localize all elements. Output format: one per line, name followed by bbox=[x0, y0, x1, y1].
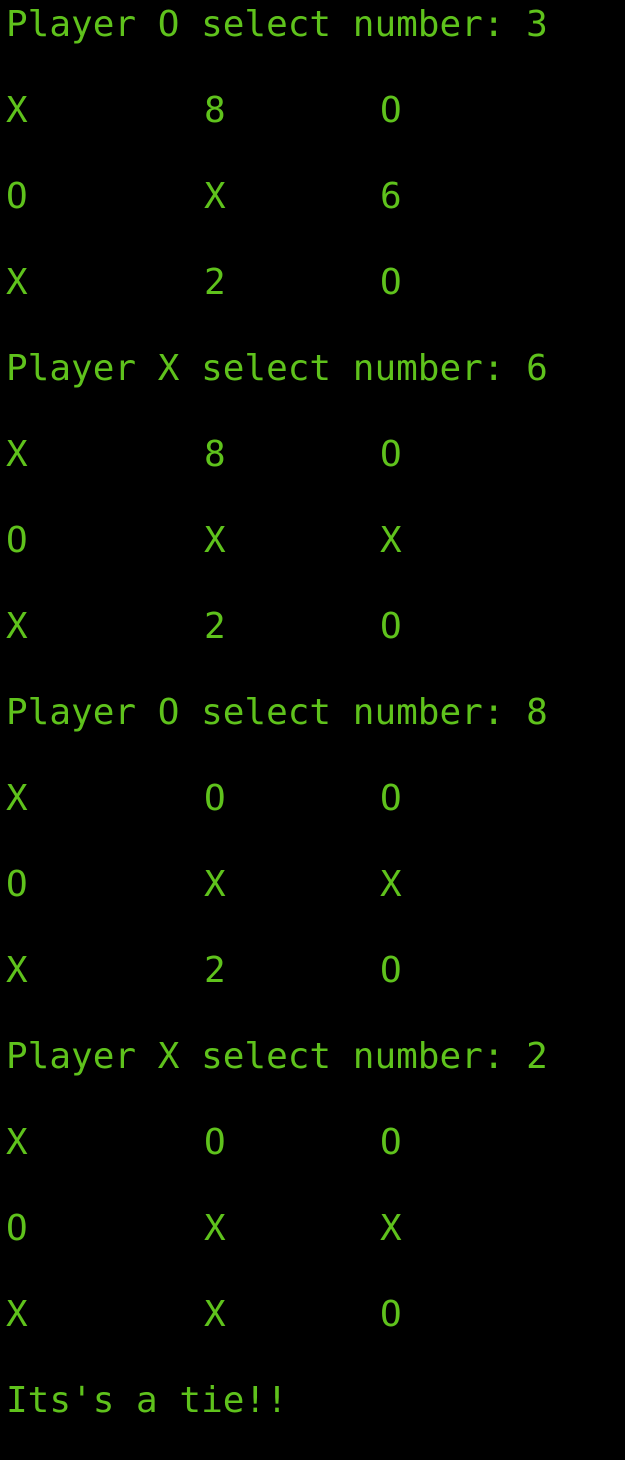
board-cell: O bbox=[6, 176, 28, 217]
board-cell: O bbox=[380, 262, 402, 303]
board-cell: X bbox=[380, 520, 402, 561]
board-cell: 8 bbox=[204, 434, 226, 475]
board-cell: O bbox=[380, 434, 402, 475]
board-cell: 2 bbox=[204, 950, 226, 991]
board-cell: O bbox=[6, 864, 28, 905]
board-cell: O bbox=[6, 520, 28, 561]
game-result-text: Its's a tie!! bbox=[6, 1380, 288, 1421]
board-cell: X bbox=[6, 90, 28, 131]
board-cell: X bbox=[6, 434, 28, 475]
board-cell: X bbox=[380, 864, 402, 905]
board-cell: 2 bbox=[204, 262, 226, 303]
board-cell: O bbox=[380, 778, 402, 819]
board-cell: 8 bbox=[204, 90, 226, 131]
board-cell: X bbox=[6, 262, 28, 303]
board-cell: O bbox=[380, 606, 402, 647]
player-prompt-line: Player X select number: 6 bbox=[6, 348, 548, 389]
board-cell: X bbox=[204, 864, 226, 905]
board-cell: X bbox=[6, 1122, 28, 1163]
board-cell: X bbox=[204, 520, 226, 561]
board-cell: O bbox=[380, 1122, 402, 1163]
board-cell: 6 bbox=[380, 176, 402, 217]
board-cell: O bbox=[380, 1294, 402, 1335]
terminal-output: Player O select number: 3 X 8 O O X 6 X 2 O Player… bbox=[0, 0, 625, 1460]
board-cell: O bbox=[204, 1122, 226, 1163]
board-cell: X bbox=[204, 1208, 226, 1249]
board-cell: O bbox=[380, 90, 402, 131]
board-cell: O bbox=[204, 778, 226, 819]
board-cell: X bbox=[6, 778, 28, 819]
board-cell: X bbox=[6, 1294, 28, 1335]
player-prompt-line: Player X select number: 2 bbox=[6, 1036, 548, 1077]
player-prompt-line: Player O select number: 3 bbox=[6, 4, 548, 45]
board-cell: X bbox=[6, 606, 28, 647]
board-cell: X bbox=[380, 1208, 402, 1249]
board-cell: X bbox=[204, 1294, 226, 1335]
board-cell: X bbox=[6, 950, 28, 991]
player-prompt-line: Player O select number: 8 bbox=[6, 692, 548, 733]
board-cell: O bbox=[380, 950, 402, 991]
board-cell: X bbox=[204, 176, 226, 217]
board-cell: 2 bbox=[204, 606, 226, 647]
board-cell: O bbox=[6, 1208, 28, 1249]
